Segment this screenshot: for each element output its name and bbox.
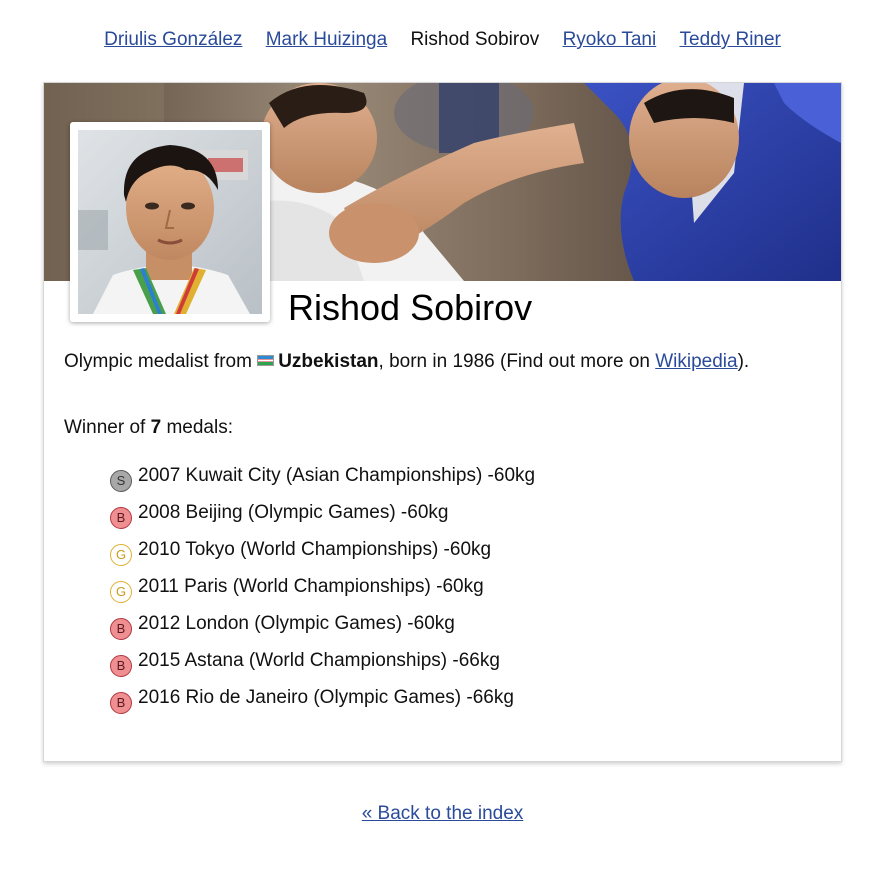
medal-item: B 2008 Beijing (Olympic Games) -60kg	[110, 500, 535, 537]
medal-summary: Winner of 7 medals:	[64, 417, 233, 439]
medal-list: S 2007 Kuwait City (Asian Championships) …	[110, 463, 535, 722]
medal-item: B 2015 Astana (World Championships) -66kg	[110, 648, 535, 685]
medal-badge-icon: B	[110, 507, 132, 529]
athlete-card: Rishod Sobirov Olympic medalist from Uzb…	[43, 82, 842, 762]
medal-badge-icon: B	[110, 655, 132, 677]
athlete-navigation: Driulis González Mark Huizinga Rishod So…	[0, 29, 885, 51]
medal-text: 2016 Rio de Janeiro (Olympic Games) -66k…	[138, 687, 514, 708]
medal-text: 2008 Beijing (Olympic Games) -60kg	[138, 502, 449, 523]
medal-badge-icon: G	[110, 544, 132, 566]
nav-current-athlete: Rishod Sobirov	[410, 29, 540, 50]
footer: « Back to the index	[0, 803, 885, 825]
athlete-bio: Olympic medalist from Uzbekistan, born i…	[64, 351, 824, 373]
medal-item: B 2016 Rio de Janeiro (Olympic Games) -66…	[110, 685, 535, 722]
medal-text: 2012 London (Olympic Games) -60kg	[138, 613, 455, 634]
summary-prefix: Winner of	[64, 417, 151, 438]
wikipedia-link[interactable]: Wikipedia	[655, 351, 737, 372]
nav-link-teddy-riner[interactable]: Teddy Riner	[680, 29, 781, 51]
uzbekistan-flag-icon	[257, 355, 275, 366]
medal-text: 2010 Tokyo (World Championships) -60kg	[138, 539, 492, 560]
medal-badge-icon: S	[110, 470, 132, 492]
medal-count: 7	[150, 417, 162, 438]
athlete-portrait	[70, 122, 270, 322]
medal-text: 2011 Paris (World Championships) -60kg	[138, 576, 484, 597]
bio-country: Uzbekistan	[278, 351, 379, 372]
medal-item: G 2010 Tokyo (World Championships) -60kg	[110, 537, 535, 574]
back-to-index-link[interactable]: « Back to the index	[362, 803, 524, 824]
bio-suffix: ).	[737, 351, 750, 372]
medal-item: B 2012 London (Olympic Games) -60kg	[110, 611, 535, 648]
medal-badge-icon: G	[110, 581, 132, 603]
summary-suffix: medals:	[161, 417, 233, 438]
nav-link-ryoko-tani[interactable]: Ryoko Tani	[563, 29, 657, 51]
medal-text: 2015 Astana (World Championships) -66kg	[138, 650, 500, 671]
nav-link-mark-huizinga[interactable]: Mark Huizinga	[266, 29, 387, 51]
nav-link-driulis-gonzalez[interactable]: Driulis González	[104, 29, 242, 51]
bio-born: , born in 1986 (Find out more on	[378, 351, 656, 372]
medal-badge-icon: B	[110, 692, 132, 714]
medal-badge-icon: B	[110, 618, 132, 640]
bio-prefix: Olympic medalist from	[64, 351, 252, 372]
athlete-name-heading: Rishod Sobirov	[288, 287, 533, 328]
medal-item: S 2007 Kuwait City (Asian Championships) …	[110, 463, 535, 500]
medal-text: 2007 Kuwait City (Asian Championships) -…	[138, 465, 536, 486]
medal-item: G 2011 Paris (World Championships) -60kg	[110, 574, 535, 611]
